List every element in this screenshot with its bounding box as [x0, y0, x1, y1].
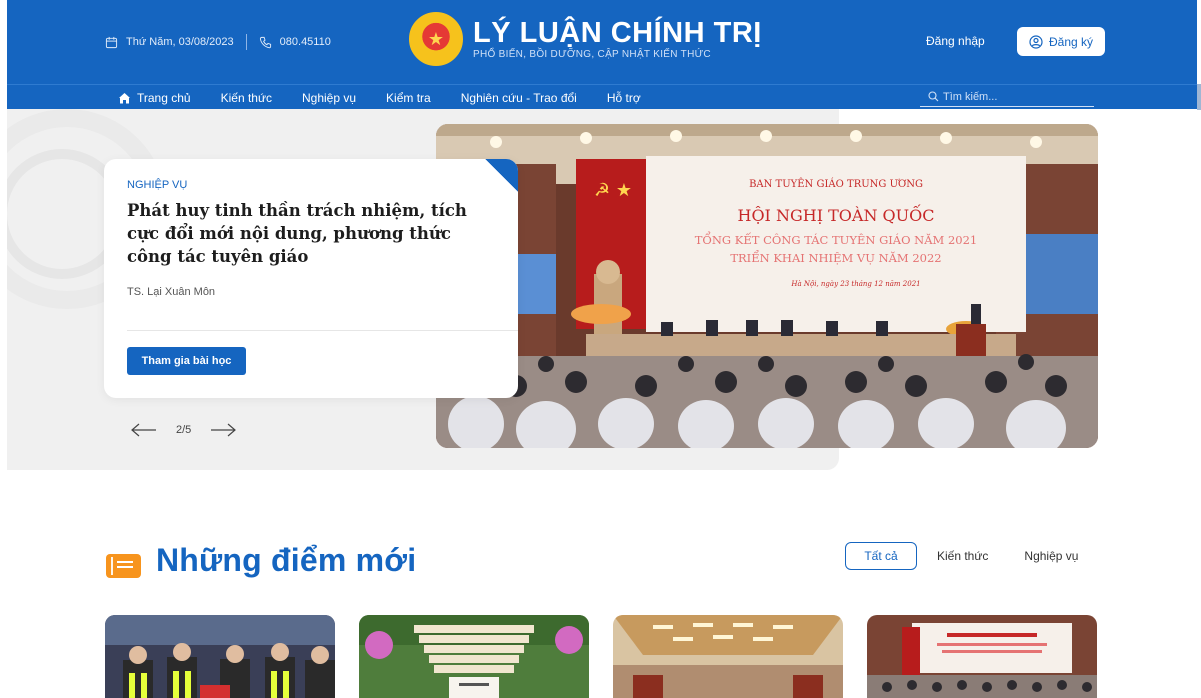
nav-label: Nghiên cứu - Trao đổi [460, 90, 577, 105]
header-bar: Thứ Năm, 03/08/2023 080.45110 ★ LÝ LUẬN … [7, 0, 1197, 84]
nav-item-home[interactable]: Trang chủ [118, 85, 191, 111]
slide-counter: 2/5 [176, 424, 192, 436]
nav-list: Trang chủ Kiến thức Nghiệp vụ Kiểm tra N… [118, 85, 671, 111]
article-title[interactable]: Phát huy tinh thần trách nhiệm, tích cực… [127, 199, 497, 268]
section-title: Những điểm mới [156, 542, 417, 578]
news-thumb-1[interactable] [105, 615, 335, 698]
filter-professional[interactable]: Nghiệp vụ [1006, 542, 1096, 570]
register-label: Đăng ký [1048, 34, 1094, 49]
news-filter-tabs: Tất cả Kiến thức Nghiệp vụ [845, 542, 1096, 570]
news-image-4 [867, 615, 1097, 698]
nav-label: Hỗ trợ [606, 90, 641, 105]
nav-item-test[interactable]: Kiểm tra [386, 85, 431, 110]
nav-item-knowledge[interactable]: Kiến thức [221, 85, 272, 110]
search-input[interactable]: Tìm kiếm... [920, 87, 1094, 107]
login-link[interactable]: Đăng nhập [926, 34, 985, 48]
banner-line-4: TRIỂN KHAI NHIỆM VỤ NĂM 2022 [730, 250, 941, 265]
arrow-right-icon [211, 423, 237, 437]
card-divider [127, 330, 518, 331]
banner-line-3: TỔNG KẾT CÔNG TÁC TUYÊN GIÁO NĂM 2021 [695, 231, 978, 247]
nav-label: Trang chủ [137, 90, 191, 105]
news-thumb-3[interactable] [613, 615, 843, 698]
brand-title: LÝ LUẬN CHÍNH TRỊ [473, 17, 762, 49]
banner-line-2: HỘI NGHỊ TOÀN QUỐC [737, 203, 934, 225]
nav-label: Nghiệp vụ [302, 90, 357, 105]
search-icon [928, 91, 939, 102]
main-nav: Trang chủ Kiến thức Nghiệp vụ Kiểm tra N… [7, 84, 1197, 111]
featured-article-card[interactable]: NGHIỆP VỤ Phát huy tinh thần trách nhiệm… [104, 159, 518, 398]
nav-item-research[interactable]: Nghiên cứu - Trao đổi [461, 85, 577, 110]
phone-icon [259, 36, 271, 48]
banner-line-1: BAN TUYÊN GIÁO TRUNG ƯƠNG [749, 178, 923, 190]
news-image-3 [613, 615, 843, 698]
article-author: TS. Lại Xuân Môn [127, 286, 216, 298]
site-logo[interactable]: ★ LÝ LUẬN CHÍNH TRỊ PHỔ BIẾN, BỒI DƯỠNG,… [409, 12, 762, 66]
arrow-left-icon [131, 423, 156, 437]
news-section-icon [106, 554, 141, 578]
header-info: Thứ Năm, 03/08/2023 080.45110 [105, 34, 331, 50]
hero-image[interactable]: ☭ ★ BAN TUYÊN GIÁO TRUNG ƯƠNG HỘI NGHỊ T… [436, 124, 1098, 448]
prev-slide-button[interactable] [130, 420, 158, 440]
news-thumb-4[interactable] [867, 615, 1097, 698]
news-image-1 [105, 615, 335, 698]
hotline[interactable]: 080.45110 [280, 36, 331, 48]
nav-item-professional[interactable]: Nghiệp vụ [302, 85, 356, 110]
svg-text:☭ ★: ☭ ★ [594, 180, 632, 201]
nav-label: Kiến thức [220, 90, 272, 105]
banner-line-5: Hà Nội, ngày 23 tháng 12 năm 2021 [790, 280, 920, 288]
next-slide-button[interactable] [209, 420, 237, 440]
home-icon [119, 92, 130, 103]
card-corner-accent [485, 159, 518, 192]
user-circle-icon [1029, 34, 1043, 49]
emblem-icon: ★ [409, 12, 463, 66]
news-thumb-2[interactable] [359, 615, 589, 698]
slider-pager: 2/5 [130, 420, 237, 440]
page: Thứ Năm, 03/08/2023 080.45110 ★ LÝ LUẬN … [0, 0, 1201, 698]
register-button[interactable]: Đăng ký [1017, 27, 1105, 56]
filter-knowledge[interactable]: Kiến thức [919, 542, 1006, 570]
conference-photo: ☭ ★ BAN TUYÊN GIÁO TRUNG ƯƠNG HỘI NGHỊ T… [436, 124, 1098, 448]
nav-item-support[interactable]: Hỗ trợ [607, 85, 641, 110]
join-lesson-button[interactable]: Tham gia bài học [127, 347, 246, 375]
article-category[interactable]: NGHIỆP VỤ [127, 179, 187, 191]
header-divider [245, 34, 247, 50]
scrollbar-edge [1197, 84, 1201, 110]
nav-label: Kiểm tra [386, 90, 431, 105]
search-placeholder: Tìm kiếm... [943, 90, 998, 103]
filter-all[interactable]: Tất cả [845, 542, 917, 570]
current-date: Thứ Năm, 03/08/2023 [126, 36, 234, 48]
brand-subtitle: PHỔ BIẾN, BỒI DƯỠNG, CẬP NHẬT KIẾN THỨC [473, 49, 711, 60]
news-image-2 [359, 615, 589, 698]
news-thumbnails [105, 615, 1097, 698]
calendar-icon [105, 36, 118, 48]
